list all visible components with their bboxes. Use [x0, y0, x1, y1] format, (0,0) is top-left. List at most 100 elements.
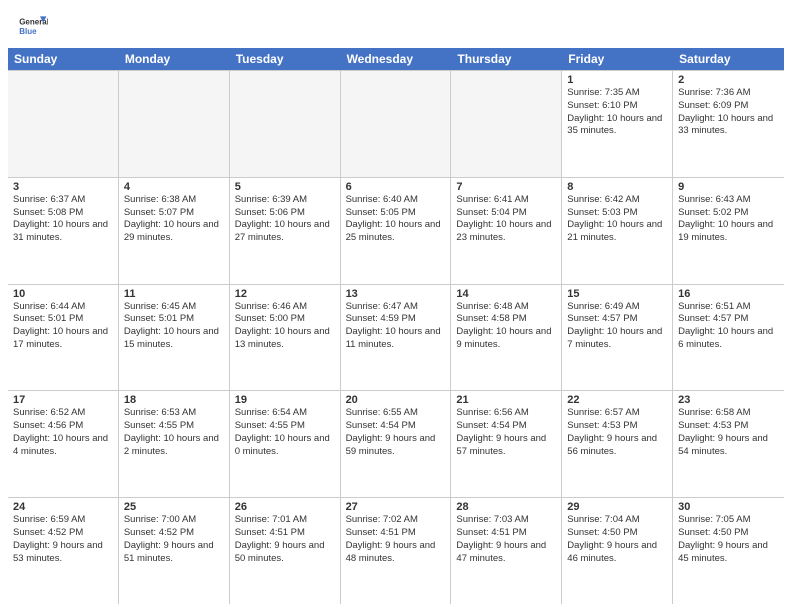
- day-number: 9: [678, 181, 779, 193]
- day-cell-12: 12Sunrise: 6:46 AM Sunset: 5:00 PM Dayli…: [230, 285, 341, 391]
- day-number: 29: [567, 501, 667, 513]
- day-info: Sunrise: 7:01 AM Sunset: 4:51 PM Dayligh…: [235, 514, 335, 565]
- day-number: 15: [567, 288, 667, 300]
- day-info: Sunrise: 6:38 AM Sunset: 5:07 PM Dayligh…: [124, 194, 224, 245]
- day-cell-20: 20Sunrise: 6:55 AM Sunset: 4:54 PM Dayli…: [341, 391, 452, 497]
- weekday-header-saturday: Saturday: [673, 48, 784, 70]
- empty-cell: [341, 71, 452, 177]
- day-info: Sunrise: 6:37 AM Sunset: 5:08 PM Dayligh…: [13, 194, 113, 245]
- day-cell-19: 19Sunrise: 6:54 AM Sunset: 4:55 PM Dayli…: [230, 391, 341, 497]
- day-number: 17: [13, 394, 113, 406]
- weekday-header-thursday: Thursday: [451, 48, 562, 70]
- day-number: 13: [346, 288, 446, 300]
- calendar-row-4: 24Sunrise: 6:59 AM Sunset: 4:52 PM Dayli…: [8, 497, 784, 604]
- weekday-header-friday: Friday: [562, 48, 673, 70]
- day-cell-9: 9Sunrise: 6:43 AM Sunset: 5:02 PM Daylig…: [673, 178, 784, 284]
- day-cell-15: 15Sunrise: 6:49 AM Sunset: 4:57 PM Dayli…: [562, 285, 673, 391]
- day-number: 27: [346, 501, 446, 513]
- calendar: SundayMondayTuesdayWednesdayThursdayFrid…: [0, 48, 792, 612]
- day-number: 4: [124, 181, 224, 193]
- calendar-header: SundayMondayTuesdayWednesdayThursdayFrid…: [8, 48, 784, 70]
- day-cell-17: 17Sunrise: 6:52 AM Sunset: 4:56 PM Dayli…: [8, 391, 119, 497]
- day-number: 7: [456, 181, 556, 193]
- empty-cell: [8, 71, 119, 177]
- day-number: 14: [456, 288, 556, 300]
- day-info: Sunrise: 6:47 AM Sunset: 4:59 PM Dayligh…: [346, 301, 446, 352]
- header: General Blue: [0, 0, 792, 48]
- day-cell-8: 8Sunrise: 6:42 AM Sunset: 5:03 PM Daylig…: [562, 178, 673, 284]
- day-info: Sunrise: 6:52 AM Sunset: 4:56 PM Dayligh…: [13, 407, 113, 458]
- day-cell-18: 18Sunrise: 6:53 AM Sunset: 4:55 PM Dayli…: [119, 391, 230, 497]
- day-number: 19: [235, 394, 335, 406]
- day-info: Sunrise: 6:45 AM Sunset: 5:01 PM Dayligh…: [124, 301, 224, 352]
- day-info: Sunrise: 6:46 AM Sunset: 5:00 PM Dayligh…: [235, 301, 335, 352]
- day-info: Sunrise: 6:57 AM Sunset: 4:53 PM Dayligh…: [567, 407, 667, 458]
- day-number: 10: [13, 288, 113, 300]
- day-info: Sunrise: 6:43 AM Sunset: 5:02 PM Dayligh…: [678, 194, 779, 245]
- logo: General Blue: [16, 10, 52, 42]
- day-cell-14: 14Sunrise: 6:48 AM Sunset: 4:58 PM Dayli…: [451, 285, 562, 391]
- day-info: Sunrise: 6:41 AM Sunset: 5:04 PM Dayligh…: [456, 194, 556, 245]
- day-number: 24: [13, 501, 113, 513]
- day-number: 28: [456, 501, 556, 513]
- day-info: Sunrise: 6:55 AM Sunset: 4:54 PM Dayligh…: [346, 407, 446, 458]
- weekday-header-monday: Monday: [119, 48, 230, 70]
- day-info: Sunrise: 7:36 AM Sunset: 6:09 PM Dayligh…: [678, 87, 779, 138]
- day-info: Sunrise: 6:54 AM Sunset: 4:55 PM Dayligh…: [235, 407, 335, 458]
- empty-cell: [451, 71, 562, 177]
- day-cell-13: 13Sunrise: 6:47 AM Sunset: 4:59 PM Dayli…: [341, 285, 452, 391]
- day-info: Sunrise: 6:51 AM Sunset: 4:57 PM Dayligh…: [678, 301, 779, 352]
- day-cell-28: 28Sunrise: 7:03 AM Sunset: 4:51 PM Dayli…: [451, 498, 562, 604]
- weekday-header-tuesday: Tuesday: [230, 48, 341, 70]
- day-number: 18: [124, 394, 224, 406]
- day-info: Sunrise: 6:56 AM Sunset: 4:54 PM Dayligh…: [456, 407, 556, 458]
- day-cell-27: 27Sunrise: 7:02 AM Sunset: 4:51 PM Dayli…: [341, 498, 452, 604]
- day-info: Sunrise: 6:44 AM Sunset: 5:01 PM Dayligh…: [13, 301, 113, 352]
- day-info: Sunrise: 7:02 AM Sunset: 4:51 PM Dayligh…: [346, 514, 446, 565]
- page: General Blue SundayMondayTuesdayWednesda…: [0, 0, 792, 612]
- day-cell-29: 29Sunrise: 7:04 AM Sunset: 4:50 PM Dayli…: [562, 498, 673, 604]
- day-info: Sunrise: 6:49 AM Sunset: 4:57 PM Dayligh…: [567, 301, 667, 352]
- day-cell-21: 21Sunrise: 6:56 AM Sunset: 4:54 PM Dayli…: [451, 391, 562, 497]
- calendar-row-3: 17Sunrise: 6:52 AM Sunset: 4:56 PM Dayli…: [8, 390, 784, 497]
- day-cell-4: 4Sunrise: 6:38 AM Sunset: 5:07 PM Daylig…: [119, 178, 230, 284]
- day-number: 21: [456, 394, 556, 406]
- day-info: Sunrise: 6:39 AM Sunset: 5:06 PM Dayligh…: [235, 194, 335, 245]
- day-cell-30: 30Sunrise: 7:05 AM Sunset: 4:50 PM Dayli…: [673, 498, 784, 604]
- day-info: Sunrise: 6:59 AM Sunset: 4:52 PM Dayligh…: [13, 514, 113, 565]
- day-number: 25: [124, 501, 224, 513]
- day-number: 2: [678, 74, 779, 86]
- day-info: Sunrise: 6:53 AM Sunset: 4:55 PM Dayligh…: [124, 407, 224, 458]
- calendar-body: 1Sunrise: 7:35 AM Sunset: 6:10 PM Daylig…: [8, 70, 784, 604]
- day-info: Sunrise: 7:03 AM Sunset: 4:51 PM Dayligh…: [456, 514, 556, 565]
- weekday-header-wednesday: Wednesday: [341, 48, 452, 70]
- day-number: 16: [678, 288, 779, 300]
- day-number: 30: [678, 501, 779, 513]
- day-cell-6: 6Sunrise: 6:40 AM Sunset: 5:05 PM Daylig…: [341, 178, 452, 284]
- day-number: 8: [567, 181, 667, 193]
- empty-cell: [119, 71, 230, 177]
- day-cell-2: 2Sunrise: 7:36 AM Sunset: 6:09 PM Daylig…: [673, 71, 784, 177]
- day-cell-10: 10Sunrise: 6:44 AM Sunset: 5:01 PM Dayli…: [8, 285, 119, 391]
- day-info: Sunrise: 7:04 AM Sunset: 4:50 PM Dayligh…: [567, 514, 667, 565]
- day-cell-1: 1Sunrise: 7:35 AM Sunset: 6:10 PM Daylig…: [562, 71, 673, 177]
- day-cell-11: 11Sunrise: 6:45 AM Sunset: 5:01 PM Dayli…: [119, 285, 230, 391]
- day-cell-24: 24Sunrise: 6:59 AM Sunset: 4:52 PM Dayli…: [8, 498, 119, 604]
- calendar-row-2: 10Sunrise: 6:44 AM Sunset: 5:01 PM Dayli…: [8, 284, 784, 391]
- empty-cell: [230, 71, 341, 177]
- day-number: 11: [124, 288, 224, 300]
- day-info: Sunrise: 7:00 AM Sunset: 4:52 PM Dayligh…: [124, 514, 224, 565]
- logo-icon: General Blue: [16, 10, 48, 42]
- weekday-header-sunday: Sunday: [8, 48, 119, 70]
- svg-text:Blue: Blue: [19, 27, 37, 36]
- day-info: Sunrise: 6:58 AM Sunset: 4:53 PM Dayligh…: [678, 407, 779, 458]
- day-cell-7: 7Sunrise: 6:41 AM Sunset: 5:04 PM Daylig…: [451, 178, 562, 284]
- day-info: Sunrise: 7:05 AM Sunset: 4:50 PM Dayligh…: [678, 514, 779, 565]
- day-number: 3: [13, 181, 113, 193]
- day-cell-26: 26Sunrise: 7:01 AM Sunset: 4:51 PM Dayli…: [230, 498, 341, 604]
- day-info: Sunrise: 7:35 AM Sunset: 6:10 PM Dayligh…: [567, 87, 667, 138]
- day-number: 1: [567, 74, 667, 86]
- day-number: 26: [235, 501, 335, 513]
- day-cell-23: 23Sunrise: 6:58 AM Sunset: 4:53 PM Dayli…: [673, 391, 784, 497]
- calendar-row-0: 1Sunrise: 7:35 AM Sunset: 6:10 PM Daylig…: [8, 70, 784, 177]
